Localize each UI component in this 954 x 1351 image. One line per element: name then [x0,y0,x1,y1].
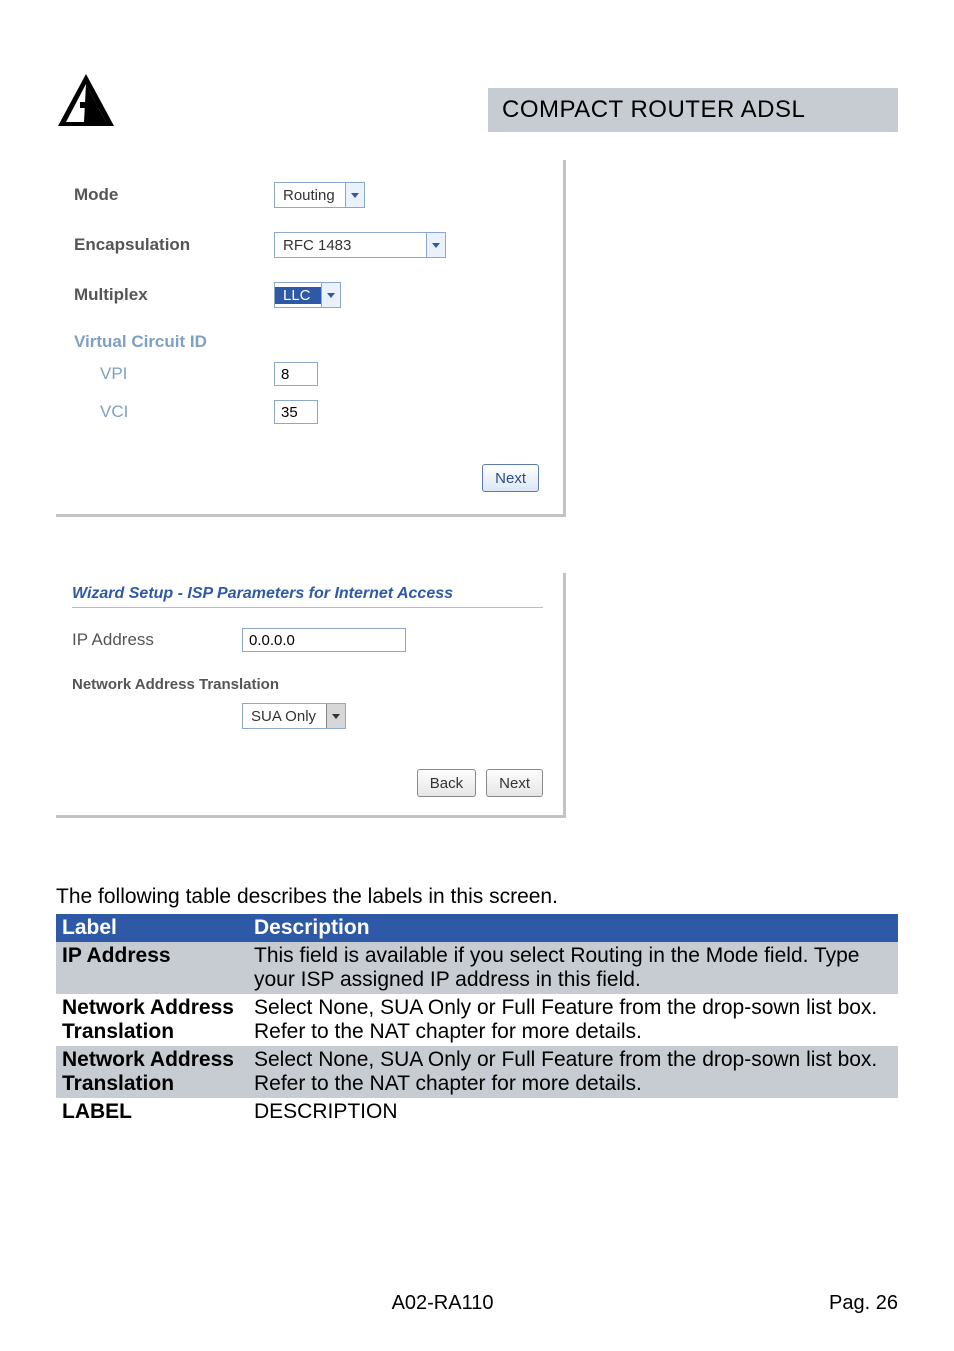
table-cell-label: Network Address Translation [56,994,248,1046]
chevron-down-icon [326,704,345,728]
table-cell-description: Select None, SUA Only or Full Feature fr… [248,1046,898,1098]
mode-label: Mode [74,185,274,205]
table-cell-label: Network Address Translation [56,1046,248,1098]
multiplex-label: Multiplex [74,285,274,305]
brand-logo-icon [56,72,116,132]
table-row: LABELDESCRIPTION [56,1098,898,1126]
virtual-circuit-id-label: Virtual Circuit ID [74,332,274,352]
table-cell-label: IP Address [56,942,248,994]
encapsulation-select[interactable]: RFC 1483 [274,232,446,258]
table-row: Network Address TranslationSelect None, … [56,1046,898,1098]
table-cell-description: DESCRIPTION [248,1098,898,1126]
vpi-input[interactable]: 8 [274,362,318,386]
encapsulation-label: Encapsulation [74,235,274,255]
page-title: COMPACT ROUTER ADSL [488,88,898,132]
table-row: IP AddressThis field is available if you… [56,942,898,994]
table-cell-description: This field is available if you select Ro… [248,942,898,994]
footer-page: Pag. 26 [829,1292,898,1315]
wizard-title: Wizard Setup - ISP Parameters for Intern… [72,585,543,603]
encapsulation-value: RFC 1483 [275,237,361,254]
vci-input[interactable]: 35 [274,400,318,424]
wizard-panel: Wizard Setup - ISP Parameters for Intern… [56,573,566,818]
back-button[interactable]: Back [417,769,476,797]
table-header-description: Description [248,914,898,942]
table-cell-description: Select None, SUA Only or Full Feature fr… [248,994,898,1046]
table-header-label: Label [56,914,248,942]
table-cell-label: LABEL [56,1098,248,1126]
settings-panel: Mode Routing Encapsulation RFC 1483 Mult… [56,160,566,517]
mode-select[interactable]: Routing [274,182,365,208]
next-button[interactable]: Next [482,464,539,492]
page-footer: A02-RA110 Pag. 26 [56,1292,898,1315]
ip-address-input[interactable]: 0.0.0.0 [242,628,406,652]
nat-value: SUA Only [243,708,326,725]
table-row: Network Address TranslationSelect None, … [56,994,898,1046]
description-table: Label Description IP AddressThis field i… [56,914,898,1126]
mode-value: Routing [275,187,345,204]
next-button[interactable]: Next [486,769,543,797]
vci-label: VCI [74,402,274,422]
nat-select[interactable]: SUA Only [242,703,346,729]
chevron-down-icon [321,283,340,307]
table-caption: The following table describes the labels… [56,885,558,909]
chevron-down-icon [345,183,364,207]
chevron-down-icon [426,233,445,257]
divider [72,607,543,608]
footer-model: A02-RA110 [392,1292,494,1315]
nat-label: Network Address Translation [72,676,543,693]
multiplex-select[interactable]: LLC [274,282,341,308]
ip-address-label: IP Address [72,630,242,650]
multiplex-value: LLC [275,287,321,304]
vpi-label: VPI [74,364,274,384]
